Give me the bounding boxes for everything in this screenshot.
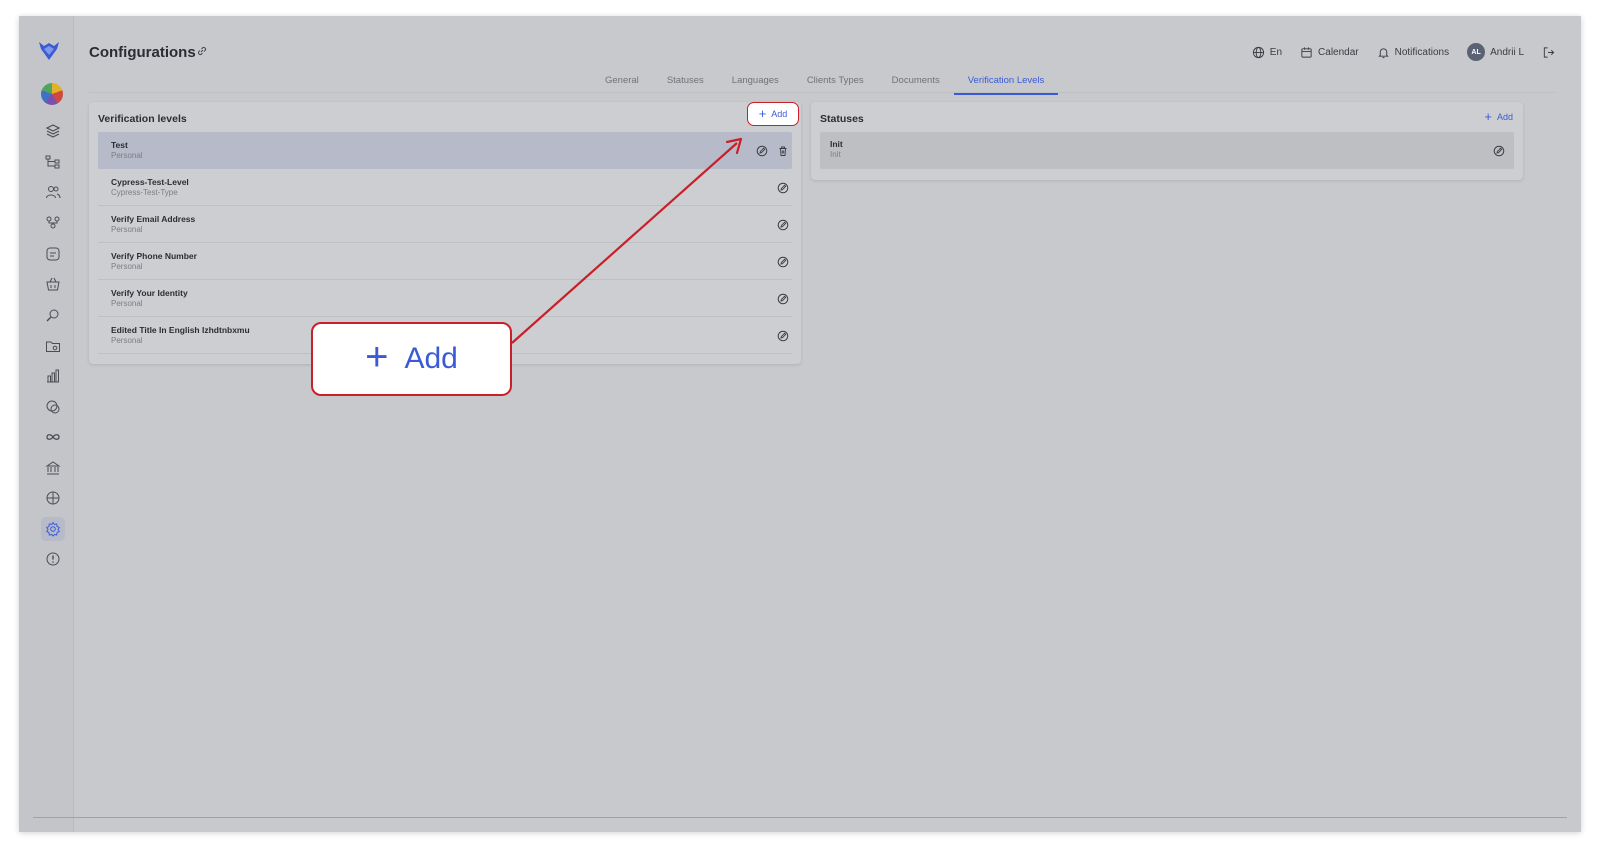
notifications-button[interactable]: Notifications [1377, 46, 1449, 59]
link-icon[interactable] [195, 44, 209, 58]
logout-button[interactable] [1542, 46, 1555, 59]
sticker-icon[interactable] [43, 244, 63, 264]
add-label: Add [771, 109, 788, 119]
list-item[interactable]: Cypress-Test-Level Cypress-Test-Type [98, 169, 792, 206]
item-name: Cypress-Test-Level [111, 177, 189, 187]
app-logo-icon[interactable] [37, 40, 61, 62]
plus-icon: + [1484, 109, 1492, 124]
add-verification-level-button[interactable]: + Add [747, 102, 799, 126]
list-item[interactable]: Verify Phone Number Personal [98, 243, 792, 280]
edit-icon[interactable] [777, 181, 789, 194]
settings-icon[interactable] [41, 517, 65, 541]
user-name: Andrii L [1490, 46, 1524, 58]
infinity-icon[interactable] [43, 427, 63, 447]
shield-icon[interactable] [43, 549, 63, 569]
item-type: Personal [111, 262, 143, 271]
color-wheel-icon[interactable] [41, 83, 63, 105]
bottom-divider [33, 817, 1567, 818]
callout-label: Add [404, 342, 458, 375]
verification-level-list: Test Personal Cypress-Test-Level Cypress… [98, 132, 792, 354]
calendar-icon [1301, 46, 1312, 58]
panel-title: Statuses [820, 113, 864, 125]
search-doc-icon[interactable] [43, 305, 63, 325]
item-type: Cypress-Test-Type [111, 188, 178, 197]
item-name: Init [830, 139, 843, 149]
delete-icon[interactable] [777, 144, 789, 156]
bell-icon [1377, 47, 1389, 58]
header-actions: En Calendar Notifications AL Andrii L [1240, 43, 1555, 61]
statuses-panel: Statuses + Add Init Init [811, 102, 1523, 180]
item-name: Verify Phone Number [111, 251, 197, 261]
chart-icon[interactable] [43, 366, 63, 386]
tabs-divider [89, 92, 1555, 93]
calendar-button[interactable]: Calendar [1300, 46, 1359, 59]
notifications-label: Notifications [1394, 46, 1450, 58]
item-type: Personal [111, 225, 143, 234]
calendar-label: Calendar [1318, 46, 1359, 58]
edit-icon[interactable] [777, 218, 789, 231]
avatar: AL [1467, 43, 1486, 61]
page-title: Configurations [89, 44, 196, 61]
stack-icon[interactable] [43, 121, 63, 141]
folder-icon[interactable] [43, 336, 63, 356]
item-type: Personal [111, 336, 143, 345]
team-icon[interactable] [43, 213, 63, 233]
bank-icon[interactable] [43, 458, 63, 478]
edit-icon[interactable] [777, 329, 789, 342]
panel-title: Verification levels [98, 113, 187, 125]
list-item[interactable]: Init Init [820, 132, 1514, 169]
item-name: Verify Your Identity [111, 288, 188, 298]
language-selector[interactable]: En [1252, 46, 1282, 59]
list-item[interactable]: Test Personal [98, 132, 792, 169]
add-button-callout: + Add [311, 322, 512, 396]
add-label: Add [1496, 112, 1513, 122]
user-menu[interactable]: AL Andrii L [1467, 43, 1524, 61]
list-item[interactable]: Verify Email Address Personal [98, 206, 792, 243]
edit-icon[interactable] [777, 255, 789, 268]
plus-icon: + [365, 335, 389, 379]
edit-icon[interactable] [1493, 144, 1505, 157]
coins-icon[interactable] [43, 397, 63, 417]
basket-icon[interactable] [43, 274, 63, 294]
users-icon[interactable] [43, 182, 63, 202]
logout-icon [1543, 46, 1555, 58]
item-name: Edited Title In English Izhdtnbxmu [111, 325, 250, 335]
edit-icon[interactable] [756, 144, 768, 157]
add-status-button[interactable]: + Add [1484, 109, 1513, 124]
box-icon[interactable] [43, 488, 63, 508]
item-name: Test [111, 140, 128, 150]
app-window: Configurations En Calendar Notifications… [19, 16, 1581, 832]
item-type: Personal [111, 299, 143, 308]
item-name: Verify Email Address [111, 214, 196, 224]
item-code: Init [830, 150, 841, 159]
hierarchy-icon[interactable] [43, 152, 63, 172]
globe-icon [1252, 46, 1264, 58]
plus-icon: + [758, 106, 767, 121]
list-item[interactable]: Verify Your Identity Personal [98, 280, 792, 317]
item-type: Personal [111, 151, 143, 160]
language-label: En [1269, 46, 1283, 58]
sidebar [19, 16, 74, 832]
edit-icon[interactable] [777, 292, 789, 305]
